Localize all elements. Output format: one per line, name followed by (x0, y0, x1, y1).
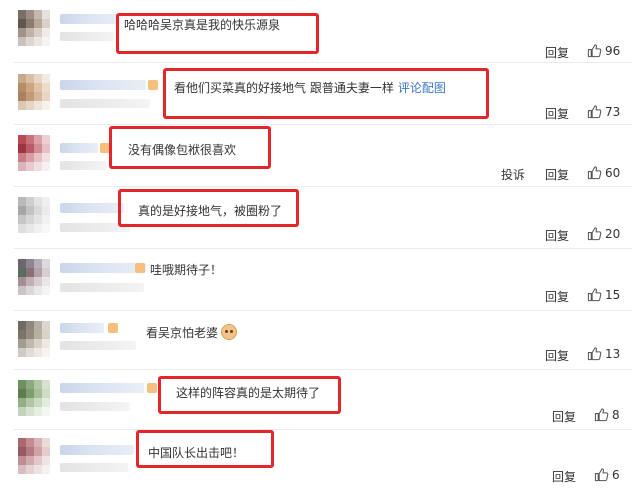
avatar[interactable] (18, 10, 50, 46)
thumbs-up-icon (587, 166, 602, 180)
like-count: 6 (612, 467, 620, 482)
highlight-box (116, 13, 319, 54)
like-count: 20 (605, 226, 621, 241)
username[interactable] (60, 143, 98, 153)
username[interactable] (60, 383, 144, 393)
avatar[interactable] (18, 438, 50, 474)
reply-button[interactable]: 回复 (545, 166, 569, 183)
thumbs-up-icon (594, 468, 609, 482)
like-button[interactable]: 6 (594, 467, 620, 482)
like-button[interactable]: 8 (594, 407, 620, 422)
comment-meta (60, 32, 114, 41)
like-count: 15 (605, 287, 621, 302)
like-count: 96 (605, 43, 621, 58)
avatar[interactable] (18, 74, 50, 110)
member-badge (108, 323, 118, 333)
like-button[interactable]: 15 (587, 287, 620, 302)
comment-meta (60, 283, 144, 292)
avatar[interactable] (18, 135, 50, 171)
report-button[interactable]: 投诉 (501, 166, 525, 183)
comment-body: 看吴京怕老婆 (146, 326, 219, 340)
comment-meta (60, 99, 150, 108)
username[interactable] (60, 323, 104, 333)
highlight-box (118, 189, 299, 227)
like-button[interactable]: 60 (587, 165, 620, 180)
comment-text: 看吴京怕老婆 (146, 324, 238, 340)
thumbs-up-icon (587, 288, 602, 302)
reply-button[interactable]: 回复 (552, 468, 576, 485)
thumbs-up-icon (587, 227, 602, 241)
avatar[interactable] (18, 321, 50, 357)
comment-item: 真的是好接地气，被圈粉了 回复 20 (0, 187, 640, 249)
username[interactable] (60, 203, 124, 213)
username[interactable] (60, 80, 146, 90)
like-button[interactable]: 20 (587, 226, 620, 241)
reply-button[interactable]: 回复 (545, 44, 569, 61)
avatar[interactable] (18, 380, 50, 416)
reply-button[interactable]: 回复 (545, 288, 569, 305)
comment-item: 看他们买菜真的好接地气 跟普通夫妻一样 评论配图 回复 73 (0, 63, 640, 125)
reply-button[interactable]: 回复 (545, 105, 569, 122)
thumbs-up-icon (587, 44, 602, 58)
highlight-box (136, 430, 274, 468)
thumbs-up-icon (594, 408, 609, 422)
comment-item: 哇哦期待子！ 回复 15 (0, 249, 640, 311)
reply-button[interactable]: 回复 (552, 408, 576, 425)
comment-item: 没有偶像包袱很喜欢 投诉 回复 60 (0, 125, 640, 187)
member-badge (135, 263, 145, 273)
like-count: 13 (605, 346, 621, 361)
comment-meta (60, 161, 106, 170)
like-count: 8 (612, 407, 620, 422)
username[interactable] (60, 445, 134, 455)
comment-item: 中国队长出击吧！ 回复 6 (0, 430, 640, 488)
avatar[interactable] (18, 259, 50, 295)
like-button[interactable]: 73 (587, 104, 620, 119)
cat-emoji-icon (221, 324, 238, 340)
comment-item: 这样的阵容真的是太期待了 回复 8 (0, 370, 640, 430)
comment-meta (60, 341, 136, 350)
comment-item: 哈哈哈吴京真是我的快乐源泉 回复 96 (0, 0, 640, 63)
reply-button[interactable]: 回复 (545, 227, 569, 244)
highlight-box (163, 68, 489, 119)
member-badge (147, 383, 157, 393)
highlight-box (158, 376, 341, 414)
thumbs-up-icon (587, 105, 602, 119)
thumbs-up-icon (587, 347, 602, 361)
like-count: 60 (605, 165, 621, 180)
like-button[interactable]: 13 (587, 346, 620, 361)
like-count: 73 (605, 104, 621, 119)
comment-text: 哇哦期待子！ (150, 263, 223, 277)
username[interactable] (60, 14, 118, 24)
like-button[interactable]: 96 (587, 43, 620, 58)
highlight-box (109, 126, 271, 169)
member-badge (148, 80, 158, 90)
comment-item: 看吴京怕老婆 回复 13 (0, 311, 640, 370)
reply-button[interactable]: 回复 (545, 347, 569, 364)
username[interactable] (60, 263, 146, 273)
comment-meta (60, 463, 128, 472)
comment-meta (60, 402, 130, 411)
avatar[interactable] (18, 197, 50, 233)
